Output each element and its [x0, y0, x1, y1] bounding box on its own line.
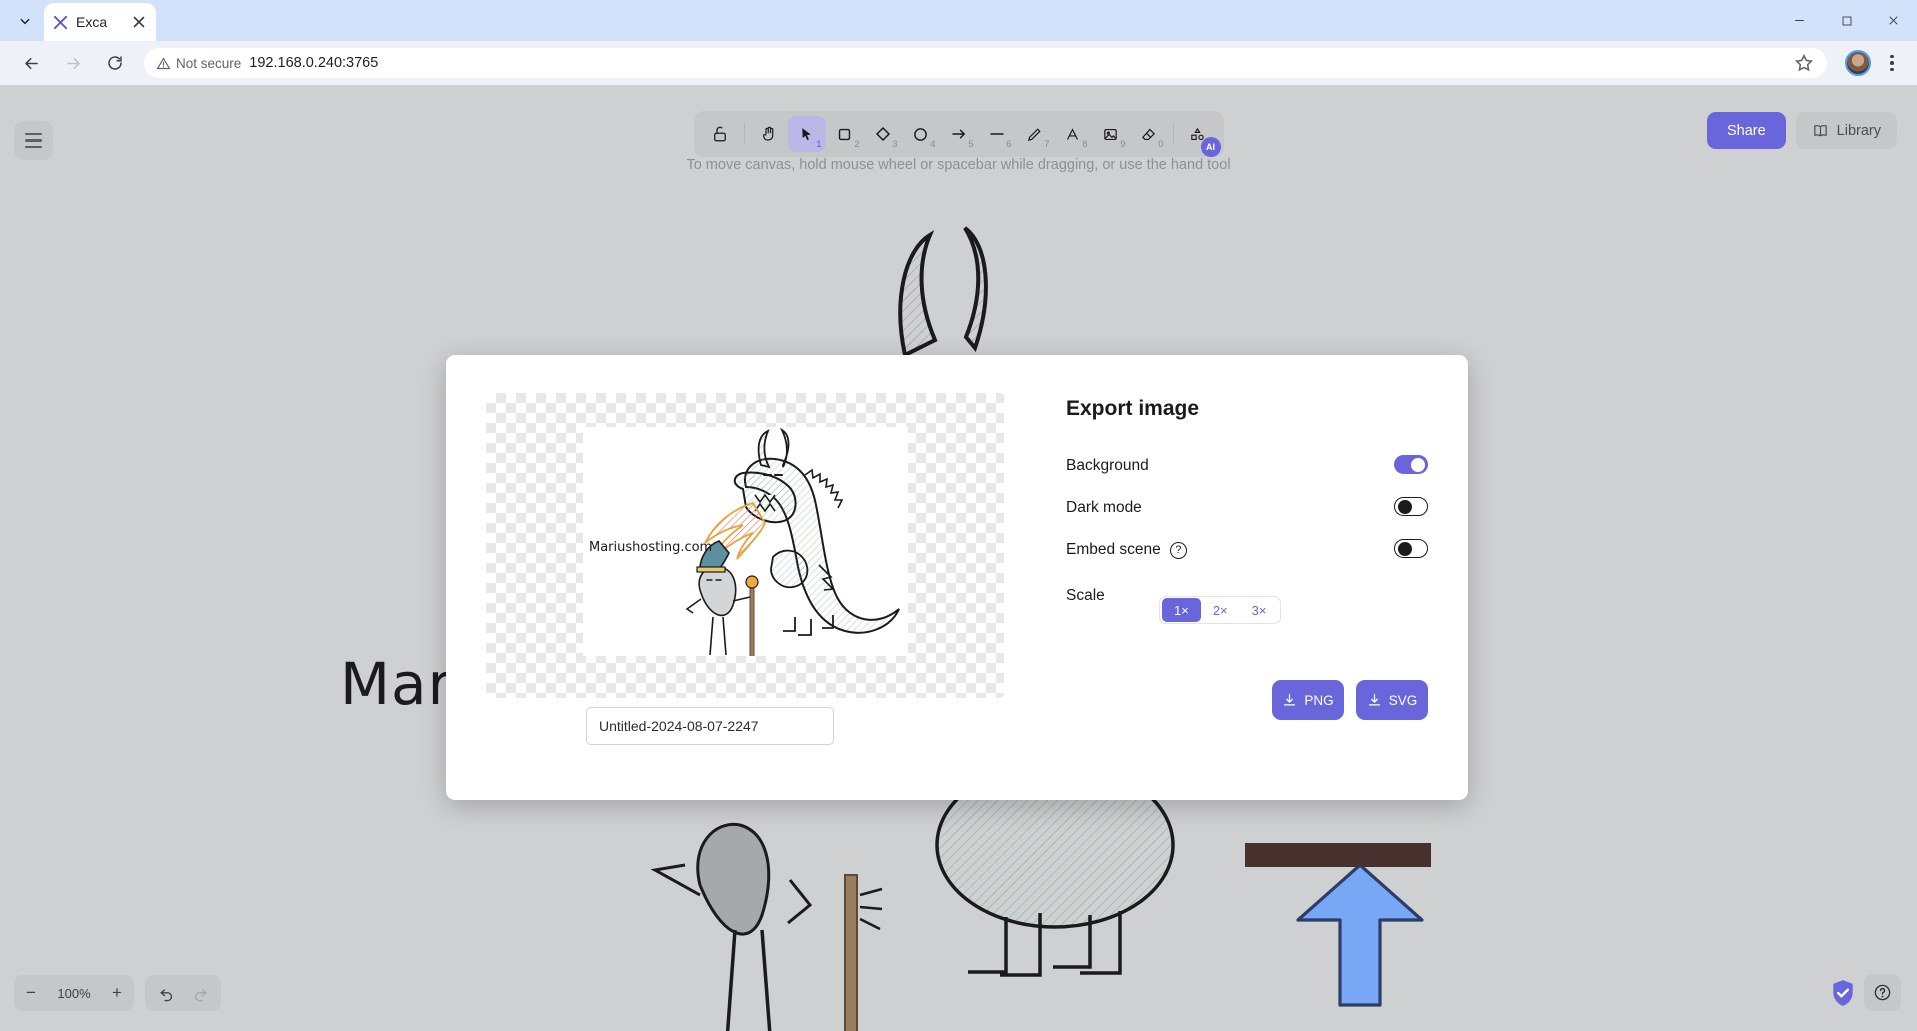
scale-2x-button[interactable]: 2× — [1201, 598, 1240, 622]
option-background: Background — [1066, 445, 1428, 487]
option-dark-mode: Dark mode — [1066, 487, 1428, 529]
background-toggle[interactable] — [1394, 455, 1428, 474]
excalidraw-logo-icon — [53, 15, 68, 29]
maximize-icon[interactable] — [1823, 0, 1870, 41]
back-arrow-icon[interactable] — [14, 46, 48, 80]
avatar[interactable] — [1845, 50, 1871, 76]
reload-icon[interactable] — [98, 46, 132, 80]
preview-watermark: Mariushosting.com — [589, 540, 712, 555]
export-preview-image: Mariushosting.com — [583, 427, 908, 658]
minimize-icon[interactable] — [1776, 0, 1823, 41]
export-filename-value: Untitled-2024-08-07-2247 — [599, 718, 759, 734]
dark-mode-toggle[interactable] — [1394, 497, 1428, 516]
option-label: Embed scene — [1066, 541, 1161, 558]
browser-tab-strip: Exca — [0, 0, 1917, 41]
scale-label: Scale — [1066, 587, 1105, 604]
export-image-dialog: Mariushosting.com Untitled-2024-08-07-22… — [446, 355, 1468, 800]
window-controls — [1776, 0, 1917, 41]
export-buttons: PNG SVG — [1272, 680, 1428, 720]
download-icon — [1284, 693, 1296, 705]
export-png-label: PNG — [1304, 692, 1334, 708]
question-mark-icon[interactable]: ? — [1169, 541, 1187, 559]
tab-search-icon[interactable] — [8, 4, 42, 38]
option-embed-scene: Embed scene ? — [1066, 529, 1428, 571]
dialog-title: Export image — [1066, 397, 1200, 420]
star-icon[interactable] — [1793, 52, 1815, 74]
warning-triangle-icon — [156, 56, 171, 69]
scale-button-group: 1× 2× 3× — [1159, 596, 1282, 624]
export-svg-label: SVG — [1388, 692, 1418, 708]
scale-1x-button[interactable]: 1× — [1162, 598, 1201, 622]
export-preview-checkerboard: Mariushosting.com — [486, 393, 1004, 698]
browser-toolbar: Not secure 192.168.0.240:3765 — [0, 41, 1917, 85]
export-png-button[interactable]: PNG — [1272, 680, 1344, 720]
window-close-icon[interactable] — [1870, 0, 1917, 41]
export-filename-input[interactable]: Untitled-2024-08-07-2247 — [586, 707, 834, 745]
option-scale: Scale 1× 2× 3× — [1066, 575, 1428, 624]
browser-tab[interactable]: Exca — [44, 3, 156, 41]
option-label: Dark mode — [1066, 499, 1142, 516]
export-preview-pane: Mariushosting.com Untitled-2024-08-07-22… — [446, 355, 1066, 800]
address-bar[interactable]: Not secure 192.168.0.240:3765 — [144, 48, 1827, 78]
download-icon — [1368, 693, 1380, 705]
export-svg-button[interactable]: SVG — [1356, 680, 1428, 720]
excalidraw-app: Mariu 1 2 3 4 5 6 7 8 9 0 AI To move can… — [0, 85, 1917, 1031]
security-status[interactable]: Not secure — [156, 56, 241, 71]
export-options-pane: Export image Background Dark mode Embed … — [1066, 355, 1468, 800]
scale-3x-button[interactable]: 3× — [1240, 598, 1279, 622]
embed-scene-toggle[interactable] — [1394, 539, 1428, 558]
security-label: Not secure — [176, 55, 242, 71]
kebab-menu-icon[interactable] — [1877, 48, 1907, 78]
option-label: Background — [1066, 457, 1149, 474]
modal-overlay: Mariushosting.com Untitled-2024-08-07-22… — [0, 85, 1917, 1031]
close-icon[interactable] — [130, 13, 148, 31]
forward-arrow-icon — [56, 46, 90, 80]
url-text: 192.168.0.240:3765 — [249, 55, 379, 71]
tab-title: Exca — [76, 14, 108, 30]
highlight-annotation — [1245, 843, 1431, 867]
